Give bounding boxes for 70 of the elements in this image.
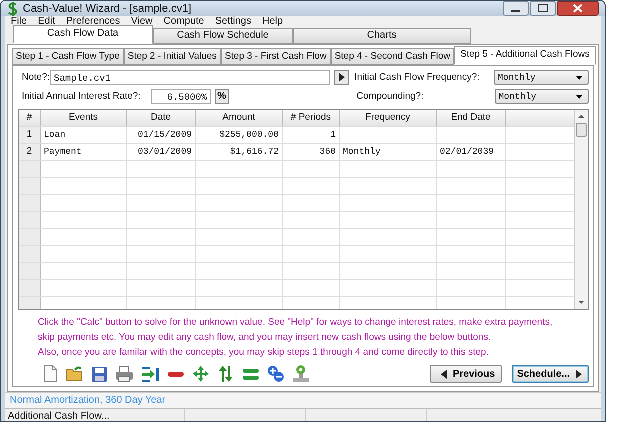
tab[interactable]: Charts: [293, 28, 471, 44]
column-header[interactable]: Date: [127, 110, 196, 126]
menu-item[interactable]: Help: [262, 16, 284, 27]
instruction-text: skip payments etc. You may edit any cash flow, and you may insert new cash flows using the below buttons.: [38, 331, 492, 345]
table-cell: $1,616.72: [196, 144, 283, 160]
printer-icon[interactable]: [115, 366, 134, 382]
tab[interactable]: Cash Flow Schedule: [153, 28, 293, 44]
four-arrows-icon[interactable]: [192, 365, 210, 383]
percent-button[interactable]: %: [215, 89, 229, 104]
close-icon[interactable]: [557, 1, 599, 16]
compounding-dropdown[interactable]: Monthly: [494, 89, 589, 104]
table-cell: Payment: [41, 144, 127, 160]
app-logo-icon: [7, 2, 19, 16]
step-tab[interactable]: Step 2 - Initial Values: [124, 48, 221, 65]
table-cell: 360: [283, 144, 340, 160]
left-arrow-icon: [440, 370, 447, 378]
table-cell: 02/01/2039: [437, 144, 506, 160]
table-cell: Loan: [41, 127, 127, 143]
up-down-arrows-icon[interactable]: [217, 365, 235, 383]
column-header[interactable]: Amount: [196, 110, 283, 126]
interest-rate-field[interactable]: 6.5000%: [150, 89, 212, 104]
column-header[interactable]: # Periods: [283, 110, 340, 126]
column-header[interactable]: #: [19, 110, 41, 126]
mode-status: Normal Amortization, 360 Day Year: [5, 392, 601, 408]
field-label: Compounding?:: [356, 91, 425, 102]
row-number: 2: [19, 144, 41, 160]
minimize-icon[interactable]: [503, 1, 529, 16]
menu-item[interactable]: View: [131, 16, 153, 27]
instruction-text: Click the "Calc" button to solve for the unknown value. See "Help" for ways to change interest rates, make extra payments,: [38, 316, 554, 330]
caret-icon: [576, 76, 583, 80]
help-stamp-icon[interactable]: [292, 365, 310, 383]
table-cell: 01/15/2009: [127, 127, 196, 143]
step-tab[interactable]: Step 4 - Second Cash Flow: [330, 48, 454, 65]
column-header: [506, 110, 574, 126]
column-header[interactable]: End Date: [437, 110, 506, 126]
previous-button[interactable]: Previous: [430, 365, 502, 383]
document-icon[interactable]: [43, 365, 59, 383]
tab[interactable]: Cash Flow Data: [13, 25, 153, 44]
schedule-button[interactable]: Schedule...: [512, 365, 589, 383]
table-cell: Monthly: [340, 144, 437, 160]
play-icon[interactable]: [334, 70, 349, 85]
menu-item[interactable]: Edit: [38, 16, 56, 27]
menu-item[interactable]: Preferences: [66, 16, 120, 27]
status-text: Additional Cash Flow...: [5, 409, 185, 421]
table-cell: $255,000.00: [196, 127, 283, 143]
window-title: Cash-Value! Wizard - [sample.cv1]: [23, 2, 193, 14]
row-number: 1: [19, 127, 41, 143]
maximize-icon[interactable]: [530, 1, 556, 16]
table-cell: 1: [283, 127, 340, 143]
folder-icon[interactable]: [66, 365, 84, 383]
field-label: Initial Cash Flow Frequency?:: [354, 72, 481, 83]
note-field[interactable]: Sample.cv1: [50, 70, 330, 85]
caret-icon: [576, 94, 583, 98]
menu-item[interactable]: Settings: [215, 16, 252, 27]
instruction-text: Also, once you are familar with the concepts, you may skip steps 1 through 4 and come directly to this step.: [38, 346, 490, 360]
scroll-thumb[interactable]: [576, 123, 587, 137]
step-tab[interactable]: Step 1 - Cash Flow Type: [12, 48, 124, 65]
plus-minus-circles-icon[interactable]: [267, 365, 285, 383]
right-arrow-icon: [576, 370, 582, 378]
menu-item[interactable]: Compute: [164, 16, 204, 27]
menu-item[interactable]: File: [11, 16, 28, 27]
column-header[interactable]: Events: [41, 110, 127, 126]
frequency-dropdown[interactable]: Monthly: [494, 70, 589, 85]
scrollbar[interactable]: [574, 110, 588, 309]
step-tab[interactable]: Step 3 - First Cash Flow: [220, 48, 331, 65]
table-cell: 03/01/2009: [127, 144, 196, 160]
indent-arrow-icon[interactable]: [141, 366, 160, 382]
step-tab[interactable]: Step 5 - Additional Cash Flows: [454, 46, 596, 65]
field-label: Initial Annual Interest Rate?:: [21, 91, 142, 102]
column-header[interactable]: Frequency: [340, 110, 437, 126]
